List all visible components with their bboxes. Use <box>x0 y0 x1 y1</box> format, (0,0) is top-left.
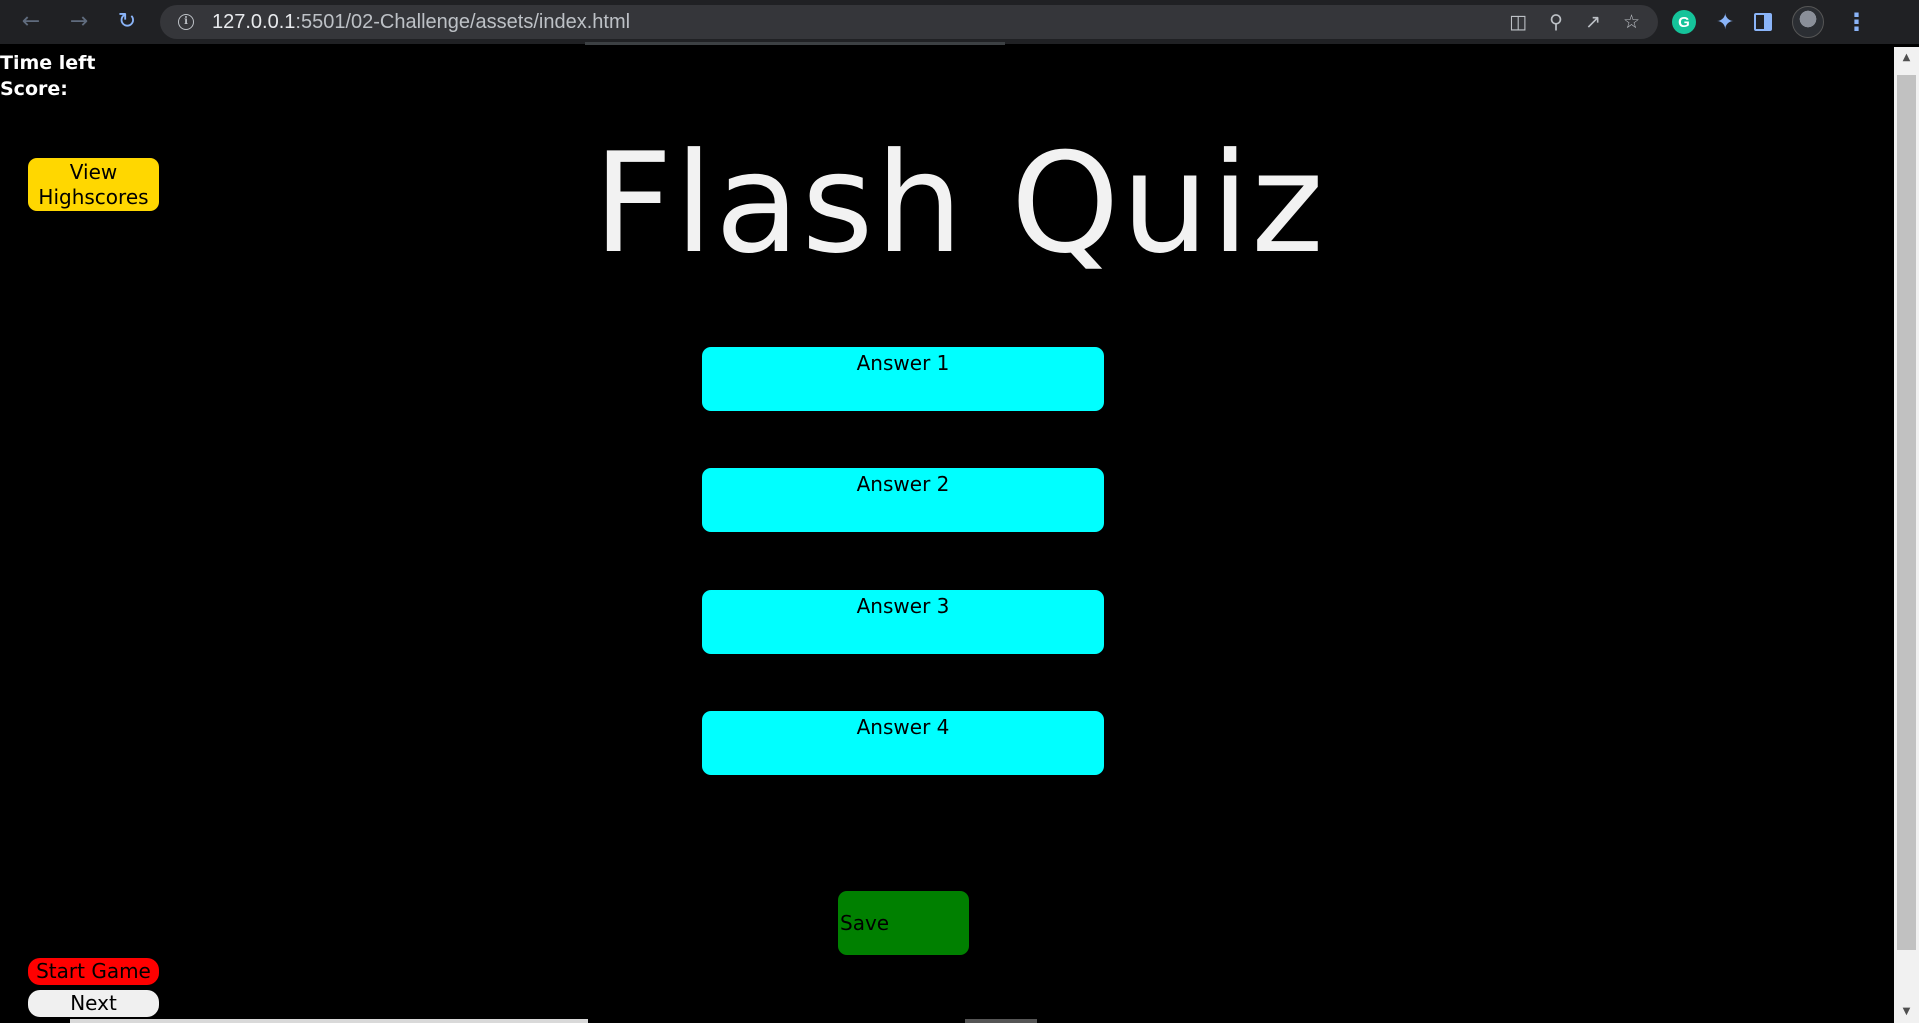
status-panel: Time left Score: <box>0 50 96 102</box>
browser-toolbar: ← → ↻ i 127.0.0.1:5501/02-Challenge/asse… <box>0 0 1919 45</box>
reload-icon[interactable]: ↻ <box>112 8 142 36</box>
answer-3-button[interactable]: Answer 3 <box>702 590 1104 654</box>
url-text[interactable]: 127.0.0.1:5501/02-Challenge/assets/index… <box>212 5 630 39</box>
vertical-scrollbar-thumb[interactable] <box>1897 75 1916 950</box>
omnibox-tools: ◫ ⚲ ↗ ☆ <box>1509 5 1640 39</box>
start-game-button[interactable]: Start Game <box>28 958 159 985</box>
address-bar[interactable]: i 127.0.0.1:5501/02-Challenge/assets/ind… <box>160 5 1658 39</box>
forward-arrow-icon[interactable]: → <box>64 8 94 36</box>
horizontal-scrollbar-thumb[interactable] <box>70 1019 588 1023</box>
time-left-label: Time left <box>0 52 96 74</box>
share-icon[interactable]: ↗ <box>1585 11 1601 33</box>
quiz-page: Time left Score: View Highscores Flash Q… <box>0 47 1894 1023</box>
zoom-icon[interactable]: ⚲ <box>1549 11 1563 33</box>
horizontal-scrollbar-segment <box>965 1019 1037 1023</box>
side-panel-icon[interactable] <box>1754 13 1773 31</box>
translate-icon[interactable]: ◫ <box>1509 11 1527 33</box>
tab-strip-divider <box>585 42 1005 45</box>
answer-1-button[interactable]: Answer 1 <box>702 347 1104 411</box>
answer-4-button[interactable]: Answer 4 <box>702 711 1104 775</box>
extensions-puzzle-icon[interactable]: ✦ <box>1716 10 1734 35</box>
page-title: Flash Quiz <box>593 123 1326 284</box>
scroll-down-arrow-icon[interactable]: ▼ <box>1897 1003 1916 1021</box>
menu-kebab-icon[interactable]: ⋮ <box>1844 8 1868 36</box>
back-arrow-icon[interactable]: ← <box>16 8 46 36</box>
extension-tools: G ✦ ⋮ <box>1672 6 1868 38</box>
url-path: :5501/02-Challenge/assets/index.html <box>295 11 631 33</box>
answer-2-button[interactable]: Answer 2 <box>702 468 1104 532</box>
url-host: 127.0.0.1 <box>212 11 296 33</box>
score-label: Score: <box>0 78 68 100</box>
next-button[interactable]: Next <box>28 990 159 1017</box>
profile-avatar[interactable] <box>1792 6 1825 38</box>
save-button[interactable]: Save <box>838 891 969 955</box>
grammarly-icon[interactable]: G <box>1672 10 1696 34</box>
star-icon[interactable]: ☆ <box>1623 11 1640 33</box>
site-info-icon[interactable]: i <box>178 14 194 30</box>
scroll-up-arrow-icon[interactable]: ▲ <box>1897 49 1916 67</box>
